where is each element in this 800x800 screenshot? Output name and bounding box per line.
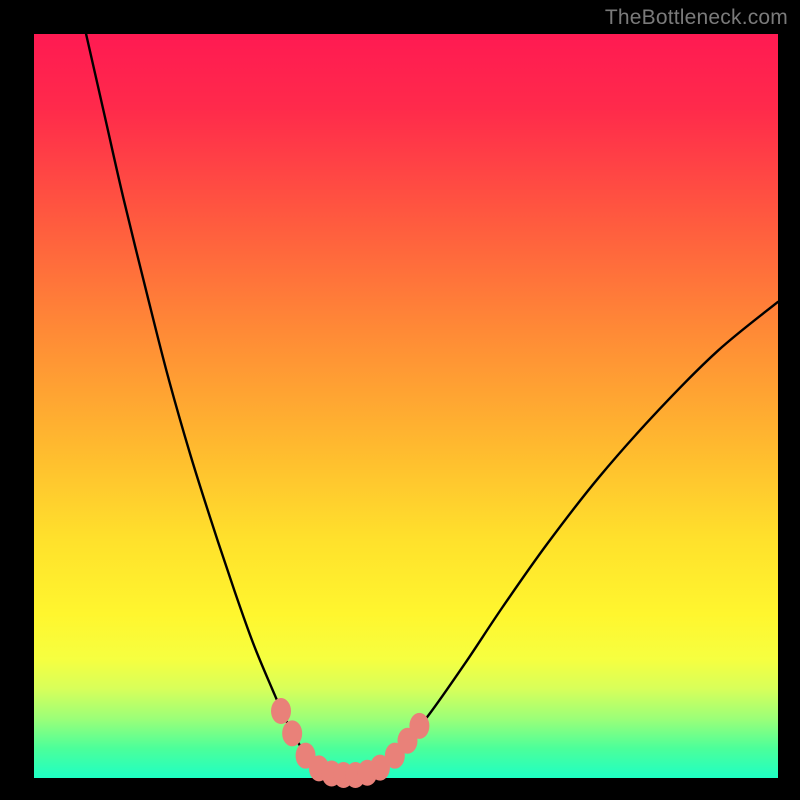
chart-frame: TheBottleneck.com [0, 0, 800, 800]
marker-group [271, 698, 429, 788]
curve-marker [271, 698, 291, 724]
bottleneck-curve [86, 34, 778, 777]
watermark-text: TheBottleneck.com [605, 6, 788, 30]
curve-marker [409, 713, 429, 739]
chart-svg [0, 0, 800, 800]
curve-marker [282, 720, 302, 746]
